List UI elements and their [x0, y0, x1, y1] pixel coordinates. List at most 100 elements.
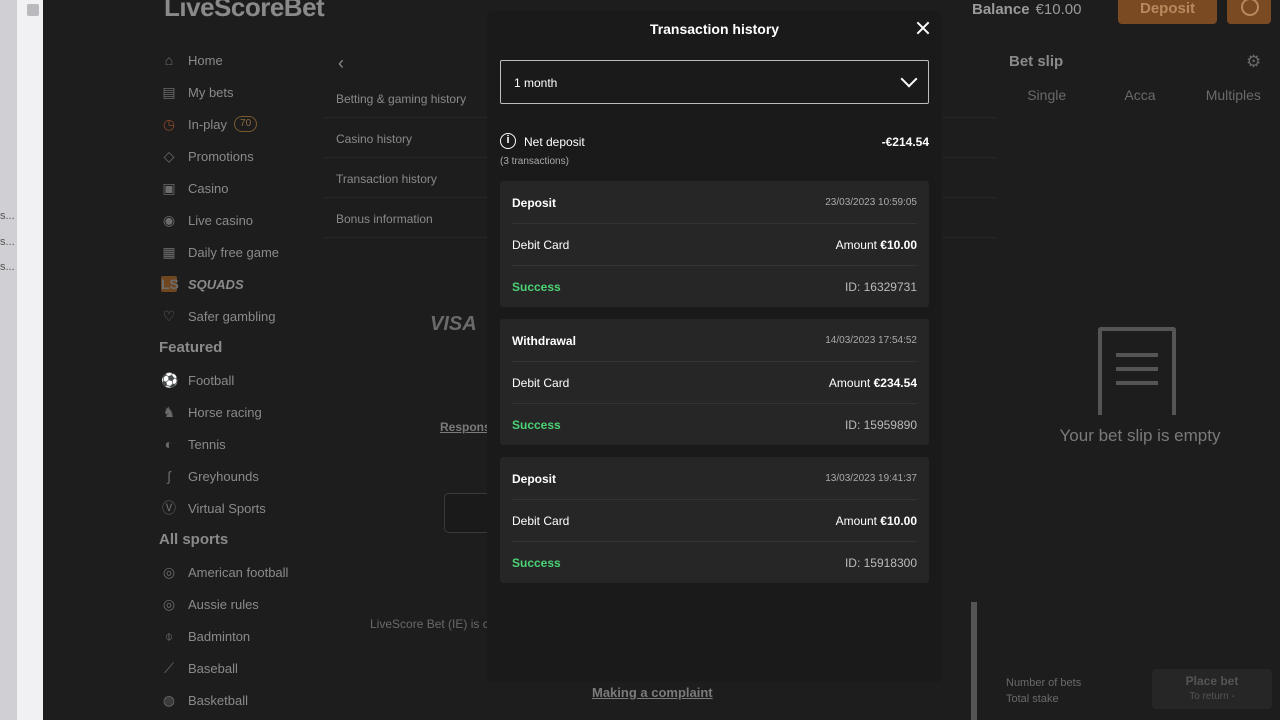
transaction-id: ID: 15918300 — [844, 556, 917, 570]
logo[interactable]: LiveScoreBet — [164, 0, 325, 23]
tab-single[interactable]: Single — [1000, 80, 1093, 110]
transaction-amount: Amount €10.00 — [836, 514, 917, 528]
sidebar-item-baseball[interactable]: ⟋ Baseball — [152, 652, 322, 684]
sidebar-item-home[interactable]: ⌂ Home — [152, 44, 322, 76]
sidebar-item-american-football[interactable]: ◎ American football — [152, 556, 322, 588]
sidebar-item-label: Virtual Sports — [188, 500, 266, 516]
sidebar-item-label: Greyhounds — [188, 468, 259, 484]
sidebar-item-label: In-play — [188, 116, 228, 132]
transaction-status: Success — [512, 556, 561, 570]
aussie-rules-icon: ◎ — [162, 596, 176, 612]
sidebar-item-horse-racing[interactable]: ♞ Horse racing — [152, 396, 322, 428]
sidebar-item-label: Daily free game — [188, 244, 280, 260]
sidebar-item-my-bets[interactable]: ▤ My bets — [152, 76, 322, 108]
sidebar-item-label: Home — [188, 52, 223, 68]
sidebar-item-label: Live casino — [188, 212, 254, 228]
sidebar-item-label: Horse racing — [188, 404, 262, 420]
sidebar-item-in-play[interactable]: ◷ In-play 70 — [152, 108, 322, 140]
net-deposit-amount: -€214.54 — [881, 135, 929, 149]
tennis-icon: ◐ — [164, 436, 174, 452]
transaction-status: Success — [512, 280, 561, 294]
transaction-method-row: Debit Card Amount €234.54 — [512, 361, 917, 404]
sidebar-item-tennis[interactable]: ◐ Tennis — [152, 428, 322, 460]
amount-label: Amount — [828, 376, 871, 390]
transaction-count: (3 transactions) — [500, 156, 569, 167]
sidebar-item-label: SQUADS — [188, 276, 244, 292]
tab-acca[interactable]: Acca — [1093, 80, 1186, 110]
period-select-value: 1 month — [514, 76, 558, 90]
receipt-icon — [1098, 327, 1176, 415]
amount-label: Amount — [835, 514, 877, 528]
in-play-count-badge: 70 — [234, 116, 258, 132]
sidebar-item-label: Safer gambling — [188, 308, 276, 324]
badminton-icon: ⌽ — [164, 628, 174, 644]
sidebar-item-virtual-sports[interactable]: Ⓥ Virtual Sports — [152, 492, 322, 524]
place-bet-label: Place bet — [1185, 674, 1239, 688]
sidebar-item-squads[interactable]: LS SQUADS — [152, 268, 322, 300]
sidebar-item-promotions[interactable]: ◇ Promotions — [152, 140, 322, 172]
sidebar-item-badminton[interactable]: ⌽ Badminton — [152, 620, 322, 652]
browser-edge — [17, 0, 43, 720]
transaction-type: Deposit — [512, 472, 557, 486]
truncated-text-3: s... — [0, 261, 15, 273]
all-sports-heading: All sports — [159, 531, 229, 548]
sidebar-item-greyhounds[interactable]: ʃ Greyhounds — [152, 460, 322, 492]
football-icon: ⚽ — [161, 372, 179, 388]
transaction-status: Success — [512, 418, 561, 432]
sidebar-item-live-casino[interactable]: ◉ Live casino — [152, 204, 322, 236]
tab-icon[interactable] — [27, 4, 39, 16]
amount-label: Amount — [835, 238, 877, 252]
balance: Balance €10.00 — [972, 1, 1081, 18]
sidebar-item-daily-free-game[interactable]: ▦ Daily free game — [152, 236, 322, 268]
back-chevron-icon[interactable]: ‹ — [338, 53, 344, 74]
making-a-complaint-link[interactable]: Making a complaint — [592, 685, 713, 700]
sidebar: ⌂ Home ▤ My bets ◷ In-play 70 ◇ Promotions ▣ C… — [152, 44, 322, 716]
home-icon: ⌂ — [164, 52, 174, 68]
transaction-date: 14/03/2023 17:54:52 — [825, 335, 917, 346]
american-football-icon: ◎ — [162, 564, 176, 580]
close-icon[interactable] — [915, 20, 931, 36]
sidebar-item-basketball[interactable]: ◍ Basketball — [152, 684, 322, 716]
transaction-card: Withdrawal 14/03/2023 17:54:52 Debit Car… — [500, 319, 929, 445]
transaction-card: Deposit 13/03/2023 19:41:37 Debit Card A… — [500, 457, 929, 583]
deposit-button[interactable]: Deposit — [1118, 0, 1217, 24]
virtual-icon: Ⓥ — [162, 500, 176, 516]
squads-icon: LS — [161, 276, 179, 292]
cards-icon: ▣ — [162, 180, 176, 196]
clock-icon: ◷ — [162, 116, 176, 132]
transaction-method-row: Debit Card Amount €10.00 — [512, 223, 917, 266]
transaction-header-row: Deposit 13/03/2023 19:41:37 — [512, 457, 917, 500]
transaction-amount: Amount €10.00 — [836, 238, 917, 252]
user-button[interactable] — [1227, 0, 1271, 24]
responsible-gambling-link[interactable]: Respons — [440, 420, 491, 434]
transaction-method: Debit Card — [512, 376, 570, 390]
sidebar-item-label: Aussie rules — [188, 596, 259, 612]
sidebar-item-aussie-rules[interactable]: ◎ Aussie rules — [152, 588, 322, 620]
transaction-id: ID: 15959890 — [844, 418, 917, 432]
place-bet-button[interactable]: Place bet To return - — [1152, 669, 1272, 709]
user-icon — [1241, 0, 1259, 16]
transaction-header-row: Deposit 23/03/2023 10:59:05 — [512, 181, 917, 224]
bet-slip-tabs: Single Acca Multiples — [1000, 80, 1280, 110]
horse-icon: ♞ — [162, 404, 176, 420]
sidebar-item-football[interactable]: ⚽ Football — [152, 364, 322, 396]
sidebar-item-label: Casino — [188, 180, 229, 196]
transaction-status-row: Success ID: 15959890 — [512, 403, 917, 445]
baseball-icon: ⟋ — [164, 660, 174, 676]
sidebar-item-safer-gambling[interactable]: ♡ Safer gambling — [152, 300, 322, 332]
bet-slip-panel: Bet slip ⚙ Single Acca Multiples Your be… — [1000, 44, 1280, 720]
scrollbar[interactable] — [971, 602, 977, 720]
transaction-type: Deposit — [512, 196, 557, 210]
period-select[interactable]: 1 month — [500, 60, 929, 104]
tab-multiples[interactable]: Multiples — [1187, 80, 1280, 110]
total-stake-label: Total stake — [1006, 693, 1059, 705]
sidebar-item-label: Promotions — [188, 148, 254, 164]
info-icon[interactable]: i — [500, 133, 516, 149]
visa-logo: VISA — [430, 313, 477, 335]
amount-value: €10.00 — [880, 514, 917, 528]
amount-value: €10.00 — [880, 238, 917, 252]
sidebar-item-casino[interactable]: ▣ Casino — [152, 172, 322, 204]
gear-icon[interactable]: ⚙ — [1246, 52, 1261, 72]
sidebar-item-label: Basketball — [188, 692, 248, 708]
balance-label: Balance — [972, 1, 1030, 18]
